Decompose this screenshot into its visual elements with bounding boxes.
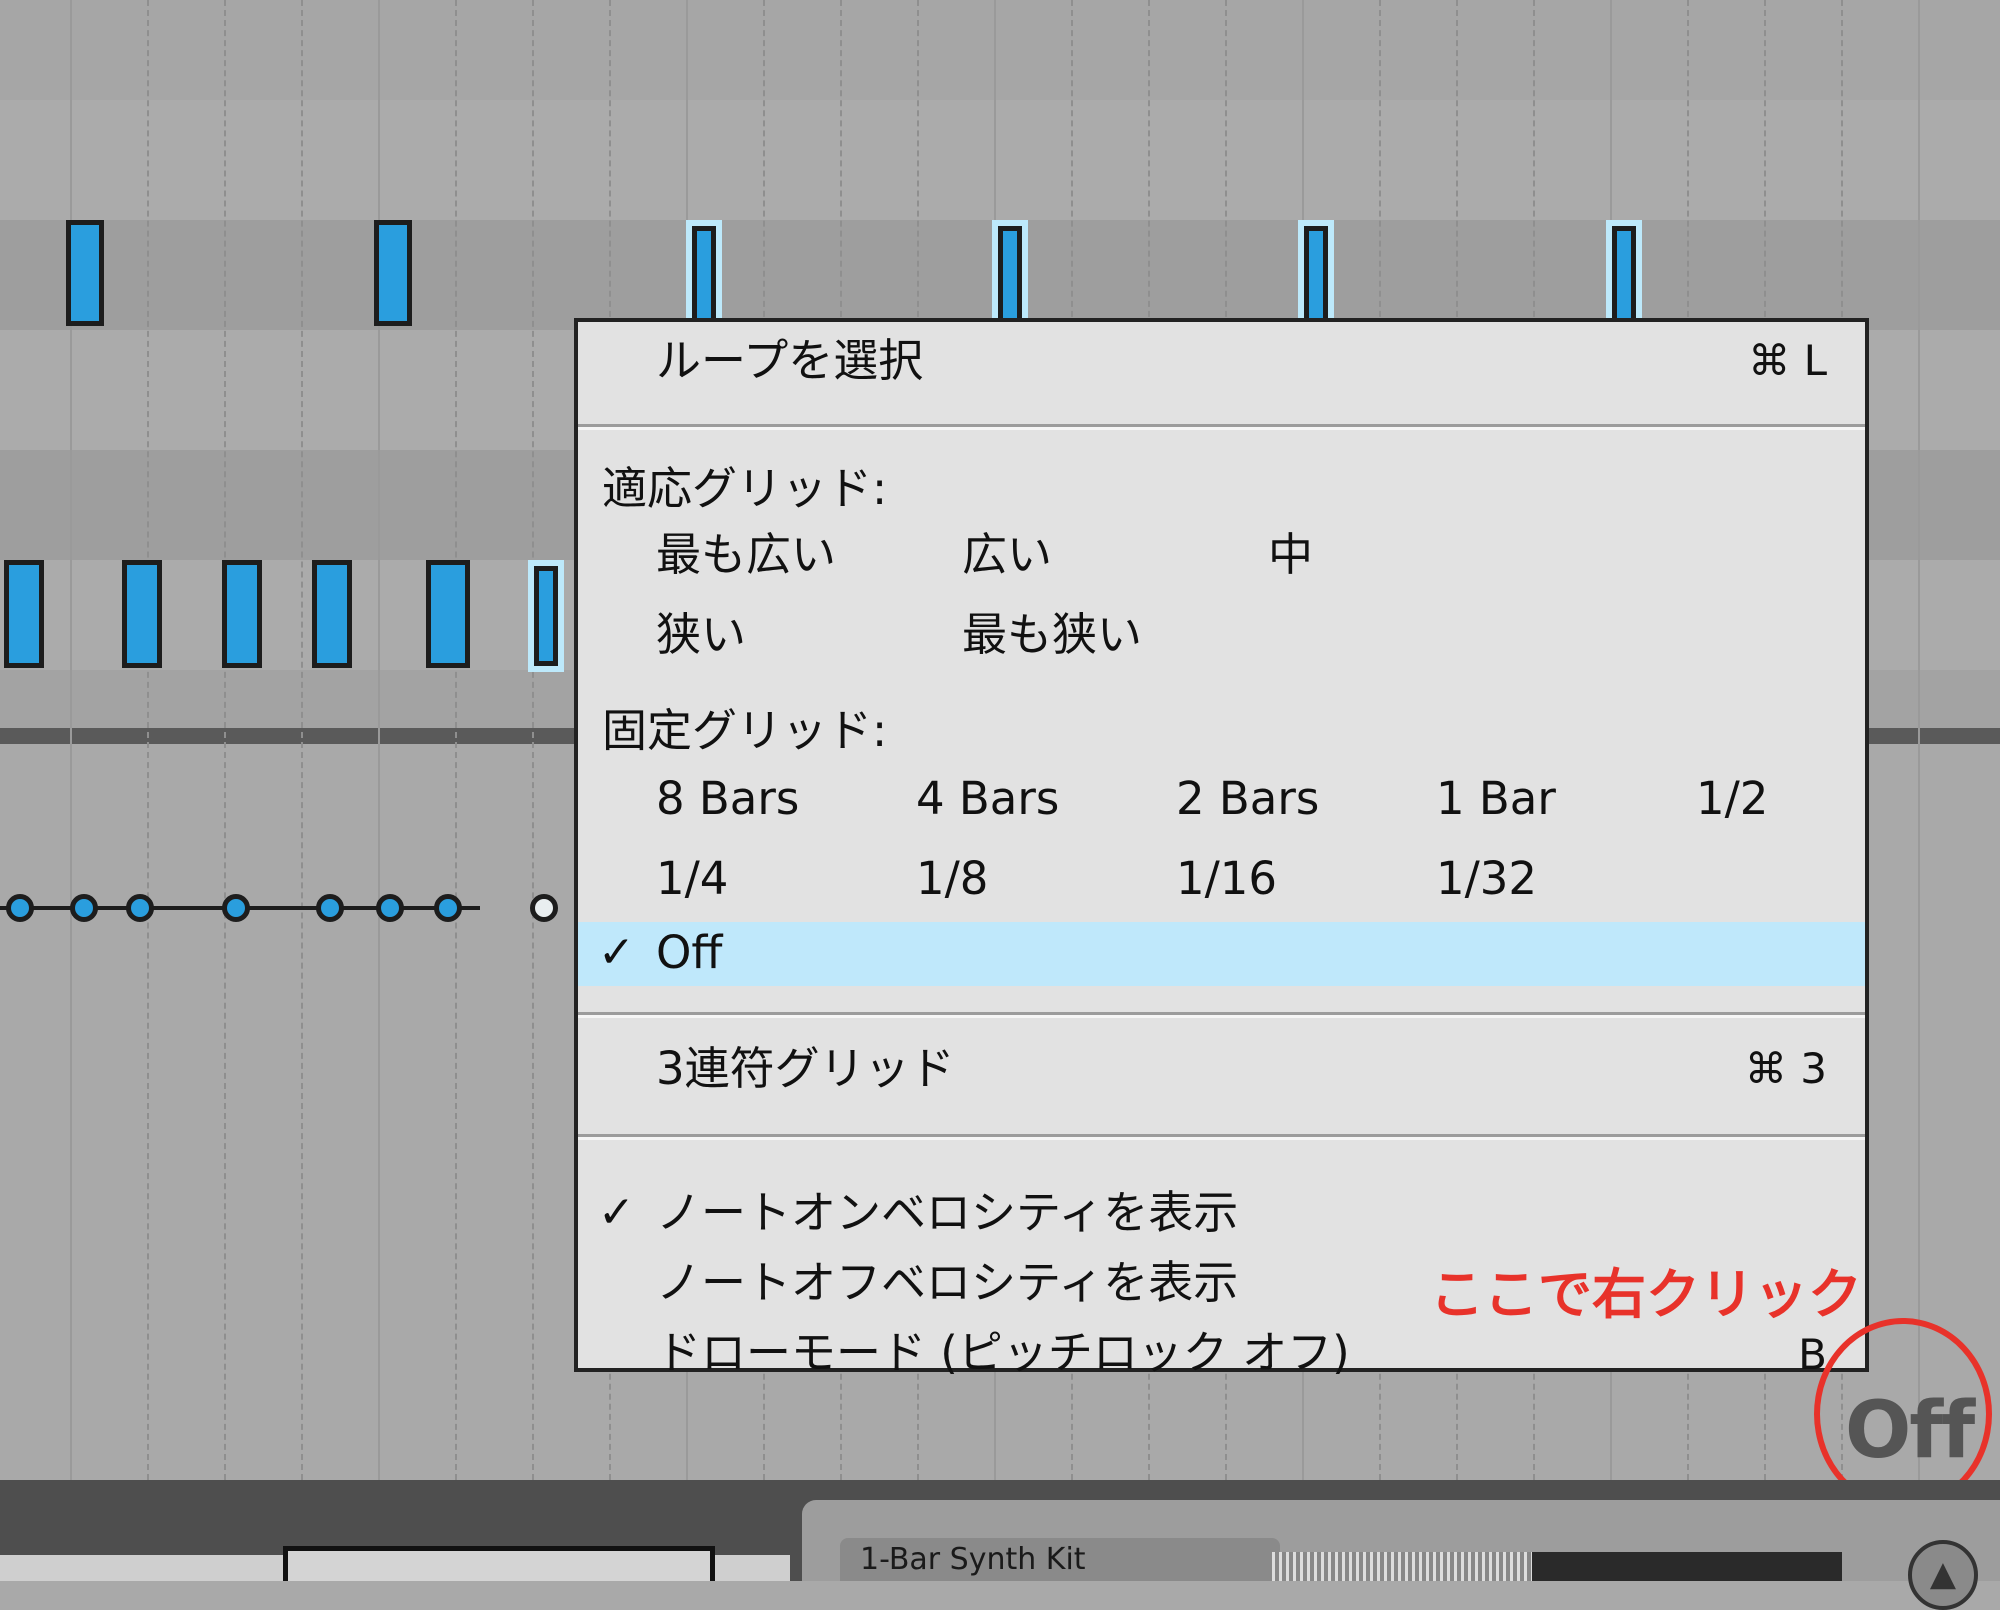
fixed-grid-1-16[interactable]: 1/16 (1176, 852, 1277, 906)
menu-separator (578, 1015, 1865, 1018)
fixed-grid-1-32[interactable]: 1/32 (1436, 852, 1537, 906)
grid-line (532, 0, 534, 1480)
grid-line (301, 0, 303, 1480)
fixed-grid-1-bar[interactable]: 1 Bar (1436, 772, 1556, 826)
shortcut-select-loop: ⌘ L (1748, 336, 1827, 385)
grid-line (224, 0, 226, 1480)
overview-selection-box[interactable] (283, 1546, 715, 1581)
velocity-marker[interactable] (6, 894, 34, 922)
grid-line (455, 0, 457, 1480)
velocity-marker[interactable] (316, 894, 344, 922)
adaptive-grid-narrowest[interactable]: 最も狭い (962, 608, 1142, 662)
adaptive-grid-medium[interactable]: 中 (1268, 528, 1313, 582)
adaptive-grid-widest[interactable]: 最も広い (656, 528, 836, 582)
velocity-marker-selected[interactable] (530, 894, 558, 922)
midi-note[interactable] (222, 560, 262, 668)
velocity-marker[interactable] (70, 894, 98, 922)
menu-item-show-note-off-velocity[interactable]: ノートオフベロシティを表示 (656, 1256, 1238, 1310)
midi-note-selected[interactable] (998, 226, 1022, 326)
midi-note[interactable] (4, 560, 44, 668)
adaptive-grid-heading: 適応グリッド: (602, 462, 888, 515)
fixed-grid-heading: 固定グリッド: (602, 704, 888, 757)
menu-item-off-highlight[interactable] (578, 922, 1865, 986)
midi-note-selected[interactable] (692, 226, 716, 326)
midi-note[interactable] (374, 220, 412, 326)
midi-note-selected[interactable] (534, 566, 558, 666)
waveform-display (1272, 1552, 1532, 1581)
menu-item-select-loop[interactable]: ループを選択 (656, 334, 923, 388)
grid-line (147, 0, 149, 1480)
midi-note-selected[interactable] (1304, 226, 1328, 326)
grid-line (1918, 0, 1920, 1480)
midi-note[interactable] (312, 560, 352, 668)
menu-item-show-note-on-velocity[interactable]: ノートオンベロシティを表示 (656, 1186, 1238, 1240)
adaptive-grid-wide[interactable]: 広い (962, 528, 1052, 582)
menu-item-triplet-grid[interactable]: 3連符グリッド (656, 1042, 955, 1096)
velocity-marker[interactable] (376, 894, 404, 922)
expand-up-button[interactable]: ▲ (1908, 1540, 1978, 1610)
fixed-grid-1-8[interactable]: 1/8 (916, 852, 988, 906)
lane-row (0, 100, 2000, 220)
velocity-marker[interactable] (126, 894, 154, 922)
menu-item-draw-mode[interactable]: ドローモード (ピッチロック オフ) (656, 1326, 1350, 1380)
clip-name[interactable]: 1-Bar Synth Kit (840, 1538, 1280, 1581)
velocity-marker[interactable] (434, 894, 462, 922)
midi-note[interactable] (122, 560, 162, 668)
grid-context-menu: ループを選択 ⌘ L 適応グリッド: 最も広い 広い 中 狭い 最も狭い 固定グ… (574, 318, 1869, 1379)
menu-item-off[interactable]: Off (656, 926, 722, 980)
midi-note[interactable] (66, 220, 104, 326)
midi-note[interactable] (426, 560, 470, 668)
adaptive-grid-narrow[interactable]: 狭い (656, 608, 746, 662)
velocity-marker[interactable] (222, 894, 250, 922)
fixed-grid-8-bars[interactable]: 8 Bars (656, 772, 799, 826)
shortcut-triplet-grid: ⌘ 3 (1744, 1044, 1827, 1093)
fixed-grid-1-2[interactable]: 1/2 (1696, 772, 1768, 826)
menu-separator (578, 1137, 1865, 1140)
fixed-grid-2-bars[interactable]: 2 Bars (1176, 772, 1319, 826)
check-icon: ✓ (598, 1187, 635, 1238)
fixed-grid-1-4[interactable]: 1/4 (656, 852, 728, 906)
fixed-grid-4-bars[interactable]: 4 Bars (916, 772, 1059, 826)
annotation-label: ここで右クリック (1430, 1263, 1862, 1326)
chevron-up-icon: ▲ (1929, 1554, 1957, 1594)
midi-note-selected[interactable] (1612, 226, 1636, 326)
lane-row (0, 0, 2000, 100)
menu-separator (578, 427, 1865, 430)
check-icon: ✓ (598, 927, 635, 978)
